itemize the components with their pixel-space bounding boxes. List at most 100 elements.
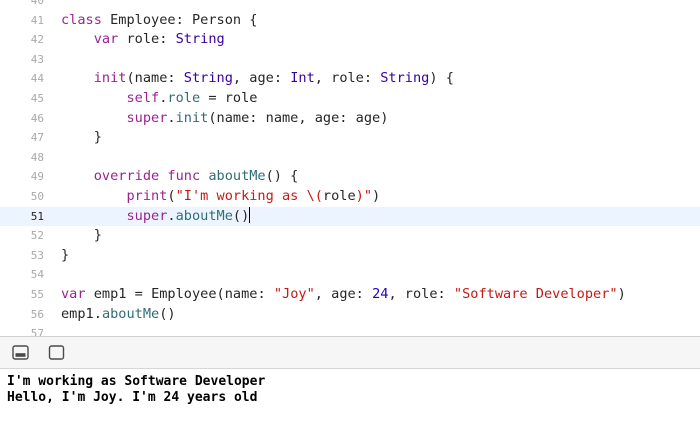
line-number: 56 <box>30 307 44 321</box>
line-number: 53 <box>30 248 44 262</box>
line-code: } <box>61 226 102 246</box>
code-token: ( <box>167 187 176 204</box>
debug-area-toolbar <box>0 336 700 369</box>
line-number: 50 <box>30 189 44 203</box>
code-token: super <box>126 207 168 224</box>
code-token: self <box>126 89 160 106</box>
code-token: () <box>232 207 250 224</box>
line-number: 54 <box>30 268 44 282</box>
code-token: = role <box>200 89 258 106</box>
line-code: init(name: String, age: Int, role: Strin… <box>61 69 454 89</box>
code-token: (name: name, age: age) <box>208 109 389 126</box>
code-line[interactable]: 41 class Employee: Person { <box>0 11 700 31</box>
text-caret <box>249 206 251 223</box>
code-line[interactable]: 44 init(name: String, age: Int, role: St… <box>0 69 700 89</box>
code-token: . <box>167 207 176 224</box>
code-line[interactable]: 57 <box>0 324 700 336</box>
line-number: 48 <box>30 150 44 164</box>
code-token: print <box>126 187 168 204</box>
code-token: (name: <box>216 285 274 302</box>
code-token: (name: <box>126 70 184 87</box>
code-token: "Software Developer" <box>453 285 618 302</box>
code-token: init <box>175 109 209 126</box>
code-line[interactable]: 46 super.init(name: name, age: age) <box>0 109 700 129</box>
line-number: 42 <box>30 33 44 47</box>
line-code: emp1.aboutMe() <box>61 305 176 325</box>
code-line[interactable]: 51 super.aboutMe() <box>0 206 700 227</box>
line-number: 51 <box>30 209 44 223</box>
code-token: . <box>93 305 102 322</box>
code-token: , age: <box>314 285 373 302</box>
code-line[interactable]: 50 print("I'm working as \(role)") <box>0 187 700 207</box>
code-token: Employee <box>110 11 176 28</box>
code-token: Employee <box>151 285 217 302</box>
console-line: I'm working as Software Developer <box>7 374 266 389</box>
code-token: String <box>183 70 233 87</box>
code-token: } <box>61 129 102 146</box>
line-code: var role: String <box>61 30 225 50</box>
code-line[interactable]: 42 var role: String <box>0 30 700 50</box>
code-token: { <box>241 11 258 28</box>
code-token: )" <box>355 187 373 204</box>
line-number: 55 <box>30 287 44 301</box>
code-token: role <box>167 89 201 106</box>
code-token: emp1 <box>93 285 127 302</box>
square-icon[interactable] <box>48 345 65 360</box>
line-number: 49 <box>30 170 44 184</box>
console-line: Hello, I'm Joy. I'm 24 years old <box>7 390 258 405</box>
code-editor[interactable]: 40 41 class Employee: Person {42 var role:… <box>0 0 700 336</box>
code-token: var <box>93 31 127 48</box>
code-token: () { <box>265 168 299 185</box>
line-code: override func aboutMe() { <box>61 167 299 187</box>
console-output[interactable]: I'm working as Software Developer Hello,… <box>0 369 700 440</box>
code-line[interactable]: 52 } <box>0 226 700 246</box>
code-token: aboutMe <box>175 207 233 224</box>
code-token: "I'm working as \( <box>175 187 323 204</box>
code-token: , role: <box>314 70 381 87</box>
code-token: , age: <box>232 70 291 87</box>
code-token: } <box>61 246 70 263</box>
code-token: = <box>126 285 152 302</box>
code-line[interactable]: 54 <box>0 265 700 285</box>
code-lines: 40 41 class Employee: Person {42 var role:… <box>0 0 700 336</box>
code-token: : <box>159 31 176 48</box>
line-number: 52 <box>30 229 44 243</box>
code-line[interactable]: 47 } <box>0 128 700 148</box>
code-line[interactable]: 56 emp1.aboutMe() <box>0 305 700 325</box>
code-token: ) <box>617 285 626 302</box>
line-number: 44 <box>30 72 44 86</box>
code-token: role <box>126 31 160 48</box>
code-line[interactable]: 40 <box>0 0 700 11</box>
code-token: role <box>322 187 356 204</box>
code-token: String <box>175 31 225 48</box>
panel-bottom-icon[interactable] <box>12 345 29 360</box>
line-number: 47 <box>30 131 44 145</box>
code-line[interactable]: 45 self.role = role <box>0 89 700 109</box>
line-code: super.init(name: name, age: age) <box>61 109 388 129</box>
line-number: 57 <box>30 327 44 336</box>
code-line[interactable]: 55 var emp1 = Employee(name: "Joy", age: … <box>0 285 700 305</box>
code-token: ) <box>372 187 381 204</box>
code-line[interactable]: 43 <box>0 50 700 70</box>
code-token: aboutMe <box>208 168 266 185</box>
playground-window: 40 41 class Employee: Person {42 var role:… <box>0 0 700 440</box>
code-token: : <box>175 11 192 28</box>
code-line[interactable]: 48 <box>0 148 700 168</box>
code-line[interactable]: 49 override func aboutMe() { <box>0 167 700 187</box>
code-token: () <box>159 305 176 322</box>
line-code: var emp1 = Employee(name: "Joy", age: 24… <box>61 285 626 305</box>
line-number: 41 <box>30 13 44 27</box>
line-number: 40 <box>30 0 44 7</box>
line-code: self.role = role <box>61 89 257 109</box>
code-token: Int <box>290 70 315 87</box>
code-token: } <box>61 227 102 244</box>
code-token: Person <box>191 11 242 28</box>
code-token: 24 <box>372 285 389 302</box>
code-token: . <box>167 109 176 126</box>
code-line[interactable]: 53} <box>0 246 700 266</box>
code-token: var <box>61 285 94 302</box>
